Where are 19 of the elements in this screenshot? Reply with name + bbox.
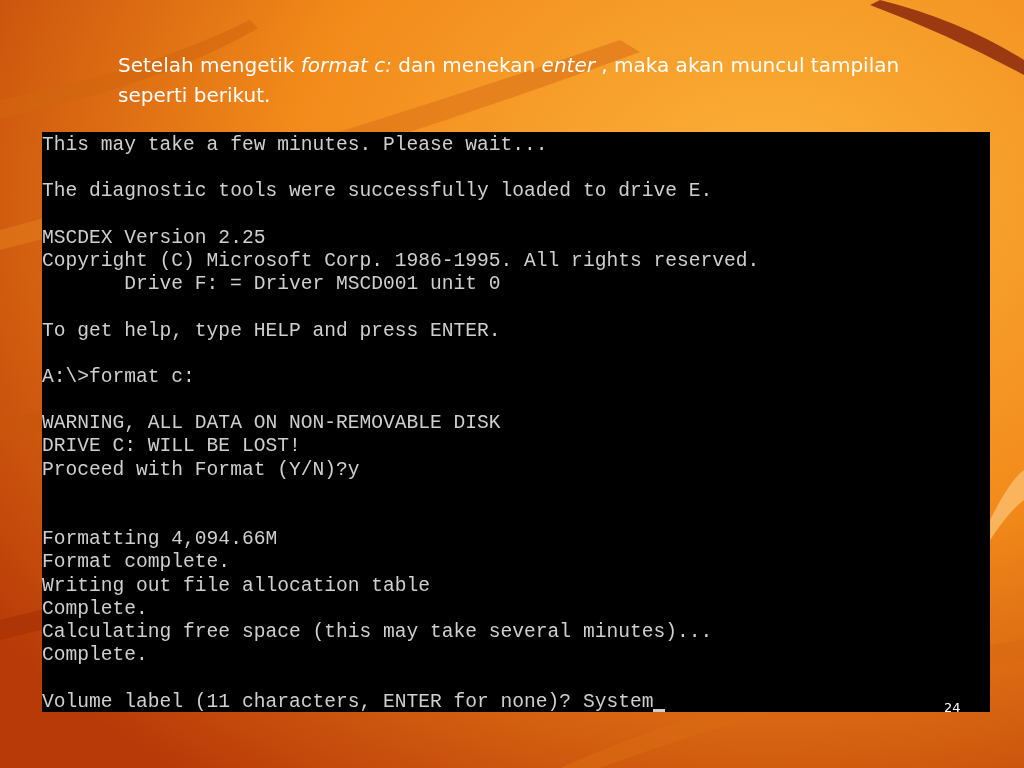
terminal-line: MSCDEX Version 2.25 <box>42 226 266 250</box>
terminal-line: The diagnostic tools were successfully loaded to drive E. <box>42 180 713 204</box>
terminal-line: A:\>format c: <box>42 365 195 390</box>
terminal-line: Format complete. <box>42 551 231 575</box>
page-number: 24 <box>944 699 961 717</box>
terminal-line: WARNING, ALL DATA ON NON-REMOVABLE DISK <box>42 412 501 436</box>
terminal-line: Copyright (C) Microsoft Corp. 1986-1995. All rights reserved. <box>42 249 760 274</box>
terminal-line: This may take a few minutes. Please wait... <box>42 134 548 158</box>
terminal-line: Complete. <box>42 597 148 621</box>
terminal-line: Volume label (11 characters, ENTER for none)? System <box>42 690 654 714</box>
terminal-line: Complete. <box>42 644 148 668</box>
terminal-line: Calculating free space (this may take several minutes)... <box>42 620 713 645</box>
terminal-line: DRIVE C: WILL BE LOST! <box>42 435 301 459</box>
terminal-line: Formatting 4,094.66M <box>42 528 278 552</box>
terminal-line: Drive F: = Driver MSCD001 unit 0 <box>124 273 501 297</box>
terminal-line: Proceed with Format (Y/N)?y <box>42 458 360 482</box>
terminal-line: To get help, type HELP and press ENTER. <box>42 319 501 343</box>
slide-caption: Setelah mengetik format c: dan menekan enter , maka akan muncul tampilan seperti berikut. <box>118 52 901 109</box>
terminal-line: Writing out file allocation table <box>42 574 431 598</box>
